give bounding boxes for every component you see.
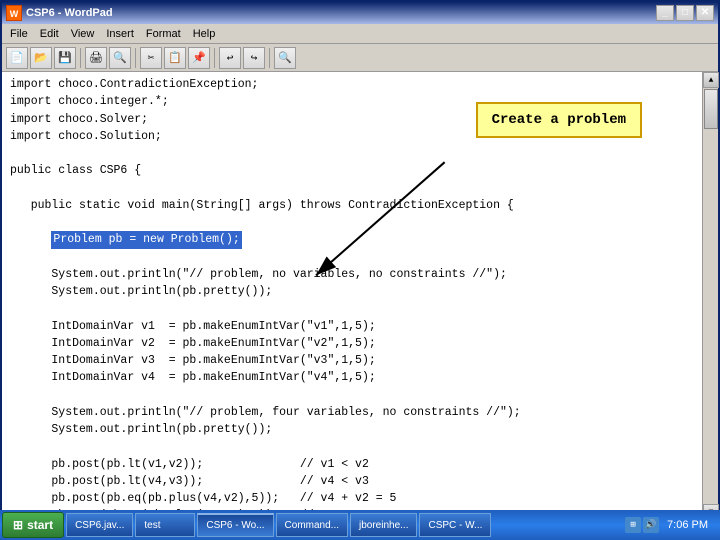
taskbar-item-5-label: jboreinhe... xyxy=(359,520,408,531)
taskbar-item-3-label: CSP6 - Wo... xyxy=(206,520,264,531)
save-button[interactable]: 💾 xyxy=(54,47,76,69)
content-area: Create a problem import choco.Contradict… xyxy=(2,72,718,520)
code-line-15: IntDomainVar v1 = pb.makeEnumIntVar("v1"… xyxy=(10,320,376,333)
system-tray: ⊞ 🔊 7:06 PM xyxy=(621,517,718,533)
code-line-17: IntDomainVar v3 = pb.makeEnumIntVar("v3"… xyxy=(10,354,376,367)
menu-edit[interactable]: Edit xyxy=(34,26,65,42)
code-line-16: IntDomainVar v2 = pb.makeEnumIntVar("v2"… xyxy=(10,337,376,350)
taskbar-item-4[interactable]: Command... xyxy=(276,513,348,537)
copy-button[interactable]: 📋 xyxy=(164,47,186,69)
code-line-6: public class CSP6 { xyxy=(10,164,141,177)
taskbar-item-4-label: Command... xyxy=(285,520,339,531)
taskbar-item-2-label: test xyxy=(144,520,160,531)
code-line-24: pb.post(pb.lt(v4,v3)); // v4 < v3 xyxy=(10,475,369,488)
print-button[interactable]: 🖨 xyxy=(85,47,107,69)
code-line-1: import choco.ContradictionException; xyxy=(10,78,258,91)
title-bar: W CSP6 - WordPad _ □ ✕ xyxy=(2,2,718,24)
separator-3 xyxy=(214,48,215,68)
code-line-18: IntDomainVar v4 = pb.makeEnumIntVar("v4"… xyxy=(10,371,376,384)
preview-button[interactable]: 🔍 xyxy=(109,47,131,69)
menu-insert[interactable]: Insert xyxy=(100,26,140,42)
menu-help[interactable]: Help xyxy=(187,26,222,42)
taskbar: ⊞ start CSP6.jav... test CSP6 - Wo... Co… xyxy=(0,510,720,540)
menu-file[interactable]: File xyxy=(4,26,34,42)
maximize-button[interactable]: □ xyxy=(676,5,694,21)
code-line-10: Problem pb = new Problem(); xyxy=(10,233,242,246)
code-line-23: pb.post(pb.lt(v1,v2)); // v1 < v2 xyxy=(10,458,369,471)
new-button[interactable]: 📄 xyxy=(6,47,28,69)
callout-box: Create a problem xyxy=(476,102,642,138)
scrollbar-track[interactable] xyxy=(703,88,718,504)
code-line-13: System.out.println(pb.pretty()); xyxy=(10,285,272,298)
redo-button[interactable]: ↪ xyxy=(243,47,265,69)
callout-text: Create a problem xyxy=(492,112,626,128)
menu-view[interactable]: View xyxy=(65,26,101,42)
start-button[interactable]: ⊞ start xyxy=(2,512,64,538)
code-line-20: System.out.println("// problem, four var… xyxy=(10,406,521,419)
menu-bar: File Edit View Insert Format Help xyxy=(2,24,718,44)
separator-4 xyxy=(269,48,270,68)
open-button[interactable]: 📂 xyxy=(30,47,52,69)
taskbar-item-6[interactable]: CSPC - W... xyxy=(419,513,491,537)
separator-1 xyxy=(80,48,81,68)
undo-button[interactable]: ↩ xyxy=(219,47,241,69)
tray-icon-2: 🔊 xyxy=(643,517,659,533)
scroll-up-button[interactable]: ▲ xyxy=(703,72,719,88)
minimize-button[interactable]: _ xyxy=(656,5,674,21)
taskbar-item-1[interactable]: CSP6.jav... xyxy=(66,513,133,537)
tray-icon-1: ⊞ xyxy=(625,517,641,533)
menu-format[interactable]: Format xyxy=(140,26,187,42)
close-button[interactable]: ✕ xyxy=(696,5,714,21)
taskbar-item-5[interactable]: jboreinhe... xyxy=(350,513,417,537)
cut-button[interactable]: ✂ xyxy=(140,47,162,69)
code-content: import choco.ContradictionException; imp… xyxy=(10,76,694,520)
separator-2 xyxy=(135,48,136,68)
code-line-4: import choco.Solution; xyxy=(10,130,162,143)
scrollbar-thumb[interactable] xyxy=(704,89,718,129)
code-editor[interactable]: Create a problem import choco.Contradict… xyxy=(2,72,702,520)
start-icon: ⊞ xyxy=(13,518,23,532)
toolbar: 📄 📂 💾 🖨 🔍 ✂ 📋 📌 ↩ ↪ 🔍 xyxy=(2,44,718,72)
highlighted-code: Problem pb = new Problem(); xyxy=(51,231,241,248)
paste-button[interactable]: 📌 xyxy=(188,47,210,69)
code-line-25: pb.post(pb.eq(pb.plus(v4,v2),5)); // v4 … xyxy=(10,492,396,505)
app-icon: W xyxy=(6,5,22,21)
start-label: start xyxy=(27,518,53,532)
code-line-12: System.out.println("// problem, no varia… xyxy=(10,268,507,281)
taskbar-item-2[interactable]: test xyxy=(135,513,195,537)
code-line-21: System.out.println(pb.pretty()); xyxy=(10,423,272,436)
taskbar-item-3[interactable]: CSP6 - Wo... xyxy=(197,513,273,537)
vertical-scrollbar[interactable]: ▲ ▼ xyxy=(702,72,718,520)
taskbar-clock: 7:06 PM xyxy=(661,519,714,531)
taskbar-item-6-label: CSPC - W... xyxy=(428,520,482,531)
code-line-2: import choco.integer.*; xyxy=(10,95,169,108)
code-line-3: import choco.Solver; xyxy=(10,113,148,126)
window-title: CSP6 - WordPad xyxy=(26,7,113,19)
find-button[interactable]: 🔍 xyxy=(274,47,296,69)
taskbar-item-1-label: CSP6.jav... xyxy=(75,520,124,531)
code-line-8: public static void main(String[] args) t… xyxy=(10,199,514,212)
